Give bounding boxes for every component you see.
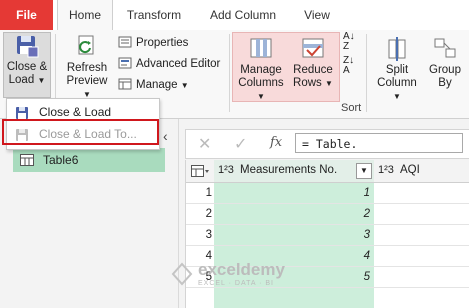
divider xyxy=(366,34,367,112)
properties-icon xyxy=(118,36,132,48)
chevron-down-icon: ▼ xyxy=(180,81,189,90)
tab-add-column[interactable]: Add Column xyxy=(198,0,288,30)
column-header-aqi[interactable]: 1²3 AQI xyxy=(376,160,469,182)
refresh-label-2: Preview xyxy=(66,75,108,87)
watermark-brand: exceldemy xyxy=(198,260,285,279)
row-divider xyxy=(186,203,469,204)
sort-descending-icon: Z↓ A xyxy=(343,55,355,76)
chevron-down-icon: ▼ xyxy=(257,92,265,101)
rows-icon xyxy=(300,36,326,62)
tab-view[interactable]: View xyxy=(295,0,339,30)
query-item-table6[interactable]: Table6 xyxy=(13,148,165,172)
close-load-label-1: Close & xyxy=(6,61,48,73)
manage-button[interactable]: Manage ▼ xyxy=(118,76,189,94)
row-divider xyxy=(186,245,469,246)
formula-input[interactable]: = Table. xyxy=(295,133,463,153)
reduce-rows-label-1: Reduce xyxy=(293,64,333,76)
ribbon-tabs: File Home Transform Add Column View xyxy=(0,0,469,31)
table-cell[interactable]: 3 xyxy=(214,229,370,241)
table-cell[interactable]: 2 xyxy=(214,208,370,220)
manage-columns-button[interactable]: Manage Columns ▼ xyxy=(234,36,288,103)
tab-home[interactable]: Home xyxy=(57,0,113,31)
formula-bar: ✕ ✓ fx = Table. xyxy=(185,129,469,159)
advanced-editor-button[interactable]: Advanced Editor xyxy=(118,55,220,73)
row-number: 3 xyxy=(205,229,212,241)
query-name: Table6 xyxy=(43,153,79,167)
grid-header: 1²3 Measurements No. ▼ 1²3 AQI xyxy=(186,160,469,183)
editor-icon xyxy=(118,57,132,69)
refresh-preview-button[interactable]: Refresh Preview ▼ xyxy=(62,34,112,101)
group-by-icon xyxy=(432,36,458,62)
row-number: 2 xyxy=(205,208,212,220)
chevron-left-icon[interactable]: ‹ xyxy=(163,128,168,144)
column-name: Measurements No. xyxy=(240,164,338,176)
watermark-tagline: EXCEL · DATA · BI xyxy=(198,280,274,287)
row-divider xyxy=(186,287,469,288)
row-divider xyxy=(186,224,469,225)
table-cell[interactable]: 1 xyxy=(214,187,370,199)
table-icon xyxy=(20,154,34,169)
manage-label: Manage xyxy=(136,79,178,91)
number-type-icon[interactable]: 1²3 xyxy=(378,164,394,176)
chevron-down-icon: ▼ xyxy=(37,76,46,85)
check-icon[interactable]: ✓ xyxy=(234,134,247,154)
properties-label: Properties xyxy=(136,37,189,49)
chevron-down-icon: ▼ xyxy=(393,92,401,101)
exceldemy-logo-icon xyxy=(171,262,193,286)
manage-columns-label-1: Manage xyxy=(240,64,282,76)
reduce-rows-button[interactable]: Reduce Rows ▼ xyxy=(290,36,336,90)
cancel-icon[interactable]: ✕ xyxy=(198,134,211,154)
close-load-label-2: Load xyxy=(8,74,35,86)
number-type-icon[interactable]: 1²3 xyxy=(218,164,234,176)
group-by-label-2: By xyxy=(438,77,452,89)
manage-icon xyxy=(118,78,132,90)
split-column-label-2: Column xyxy=(377,77,417,89)
close-load-button[interactable]: Close & Load ▼ xyxy=(3,32,51,98)
sort-group-label: Sort xyxy=(341,102,362,114)
group-by-label-1: Group xyxy=(429,64,461,76)
sort-ascending-icon: A↓ Z xyxy=(343,31,355,52)
reduce-rows-label-2: Rows xyxy=(293,77,322,89)
properties-button[interactable]: Properties xyxy=(118,34,188,52)
tab-transform[interactable]: Transform xyxy=(120,0,188,30)
chevron-down-icon: ▼ xyxy=(325,79,333,88)
column-header-measurements[interactable]: 1²3 Measurements No. ▼ xyxy=(214,160,374,182)
tab-file[interactable]: File xyxy=(0,0,53,30)
row-number: 1 xyxy=(205,187,212,199)
split-column-label-1: Split xyxy=(385,64,409,76)
group-by-button[interactable]: Group By xyxy=(424,36,466,90)
refresh-icon xyxy=(74,34,100,60)
filter-dropdown-icon[interactable]: ▼ xyxy=(356,163,372,179)
save-disk-icon xyxy=(14,33,40,59)
sort-ascending-button[interactable]: A↓ Z xyxy=(343,31,355,52)
divider xyxy=(229,34,230,112)
sort-descending-button[interactable]: Z↓ A xyxy=(343,55,355,76)
split-column-icon xyxy=(384,36,410,62)
column-name: AQI xyxy=(400,164,420,176)
highlight-box xyxy=(2,119,159,145)
manage-columns-label-2: Columns xyxy=(238,77,284,89)
split-column-button[interactable]: Split Column ▼ xyxy=(372,36,422,103)
table-menu-icon[interactable] xyxy=(191,165,209,180)
refresh-label-1: Refresh xyxy=(66,62,108,74)
columns-icon xyxy=(248,36,274,62)
advanced-editor-label: Advanced Editor xyxy=(136,58,221,70)
fx-icon[interactable]: fx xyxy=(270,135,282,150)
